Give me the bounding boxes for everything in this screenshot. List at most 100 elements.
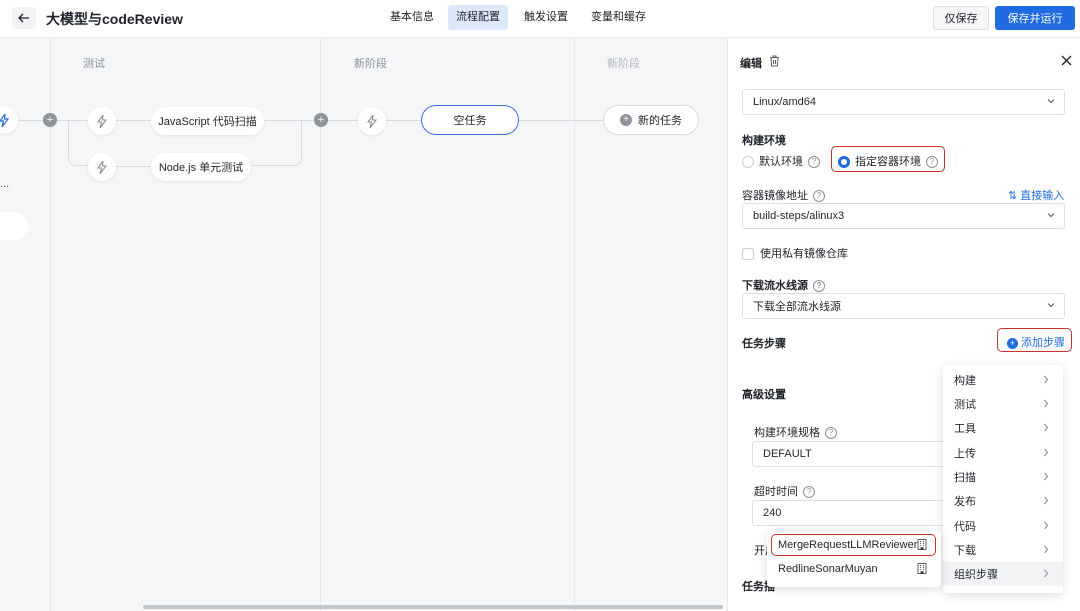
building-icon	[917, 563, 927, 574]
radio-custom-env[interactable]: 指定容器环境?	[838, 153, 938, 169]
build-env-label: 构建环境	[742, 135, 786, 147]
image-address-label: 容器镜像地址?	[742, 187, 825, 203]
radio-icon	[742, 156, 754, 169]
radio-custom-label: 指定容器环境	[855, 156, 921, 168]
trash-icon[interactable]	[769, 55, 780, 67]
add-step-button[interactable]: + 添加步骤	[1007, 334, 1065, 350]
add-step-menu: 构建 测试 工具 上传 扫描 发布 代码 下载 组织步骤	[943, 365, 1063, 593]
chevron-right-icon	[1044, 472, 1049, 481]
tab-flow-config[interactable]: 流程配置	[448, 5, 508, 30]
submenu-item-llm-reviewer[interactable]: MergeRequestLLMReviewer	[778, 539, 917, 551]
radio-default-env[interactable]: 默认环境?	[742, 153, 820, 169]
download-source-select[interactable]: 下载全部流水线源	[742, 293, 1065, 319]
chevron-right-icon	[1044, 521, 1049, 530]
advanced-settings-label: 高级设置	[742, 389, 786, 401]
direct-input-toggle[interactable]: ⇅ 直接输入	[1008, 187, 1064, 203]
tab-basic-info[interactable]: 基本信息	[382, 5, 442, 30]
stage-divider	[574, 38, 575, 611]
task-javascript-scan[interactable]: JavaScript 代码扫描	[151, 107, 264, 135]
private-registry-label: 使用私有镜像仓库	[760, 248, 848, 260]
back-button[interactable]	[12, 7, 36, 29]
connector-line	[519, 120, 603, 121]
connector-line	[115, 120, 151, 121]
add-stage-button[interactable]: +	[43, 113, 57, 127]
env-spec-value: DEFAULT	[763, 448, 812, 460]
lightning-icon	[367, 114, 377, 128]
new-task-button[interactable]: + 新的任务	[603, 105, 699, 135]
submenu-item-redline-sonar[interactable]: RedlineSonarMuyan	[778, 563, 878, 575]
image-select[interactable]: build-steps/alinux3	[742, 203, 1065, 229]
save-only-button[interactable]: 仅保存	[933, 6, 989, 30]
task-nodejs-unit-test[interactable]: Node.js 单元测试	[151, 153, 251, 181]
env-spec-label: 构建环境规格?	[754, 424, 837, 440]
help-icon[interactable]: ?	[813, 190, 825, 203]
image-value: build-steps/alinux3	[753, 210, 845, 222]
help-icon[interactable]: ?	[926, 156, 938, 169]
env-spec-select[interactable]: DEFAULT	[752, 441, 952, 467]
help-icon[interactable]: ?	[803, 486, 815, 499]
os-value: Linux/amd64	[753, 96, 816, 108]
lightning-icon	[0, 113, 9, 127]
new-task-label: 新的任务	[638, 115, 682, 127]
help-icon[interactable]: ?	[813, 280, 825, 293]
menu-item-label: 发布	[954, 496, 976, 508]
close-icon[interactable]	[1061, 55, 1072, 66]
chevron-right-icon	[1044, 448, 1049, 457]
task-steps-label: 任务步骤	[742, 338, 786, 350]
menu-item-label: 扫描	[954, 472, 976, 484]
os-select[interactable]: Linux/amd64	[742, 89, 1065, 115]
add-stage-button[interactable]: +	[314, 113, 328, 127]
checkbox-icon	[742, 248, 754, 261]
panel-title: 编辑	[740, 58, 762, 70]
chevron-down-icon	[1047, 99, 1055, 104]
chevron-right-icon	[1044, 569, 1049, 578]
menu-item-label: 测试	[954, 399, 976, 411]
save-and-run-button[interactable]: 保存并运行	[995, 6, 1075, 30]
chevron-right-icon	[1044, 545, 1049, 554]
menu-item-scan[interactable]: 扫描	[943, 465, 1063, 489]
task-pill-partial[interactable]	[0, 212, 28, 240]
tab-trigger-settings[interactable]: 触发设置	[516, 5, 576, 30]
menu-item-label: 构建	[954, 375, 976, 387]
menu-item-org-steps[interactable]: 组织步骤	[943, 562, 1063, 586]
task-empty[interactable]: 空任务	[421, 105, 519, 135]
menu-item-release[interactable]: 发布	[943, 489, 1063, 513]
truncated-text: ...	[0, 178, 10, 190]
chevron-down-icon	[1047, 303, 1055, 308]
menu-item-download[interactable]: 下载	[943, 538, 1063, 562]
connector-line	[115, 166, 151, 167]
download-source-value: 下载全部流水线源	[753, 301, 841, 313]
menu-item-label: 组织步骤	[954, 569, 998, 581]
menu-item-upload[interactable]: 上传	[943, 441, 1063, 465]
stage-label-new-2[interactable]: 新阶段	[607, 55, 640, 71]
menu-item-tools[interactable]: 工具	[943, 416, 1063, 440]
stage-label-new-1[interactable]: 新阶段	[354, 55, 387, 71]
plus-circle-icon: +	[1007, 338, 1018, 349]
direct-input-label: 直接输入	[1020, 190, 1065, 202]
bolt-node-partial[interactable]	[0, 106, 18, 134]
help-icon[interactable]: ?	[808, 156, 820, 169]
tab-variables-cache[interactable]: 变量和缓存	[583, 5, 654, 30]
lightning-icon	[97, 160, 107, 174]
menu-item-code[interactable]: 代码	[943, 514, 1063, 538]
stage-label-test[interactable]: 测试	[83, 55, 105, 71]
radio-checked-icon	[838, 156, 850, 169]
org-steps-submenu: MergeRequestLLMReviewer RedlineSonarMuya…	[767, 531, 941, 587]
page-title: 大模型与codeReview	[46, 11, 183, 27]
bolt-node[interactable]	[88, 107, 116, 135]
menu-item-test[interactable]: 测试	[943, 392, 1063, 416]
private-registry-checkbox[interactable]: 使用私有镜像仓库	[742, 245, 848, 261]
pipeline-canvas[interactable]: 测试 新阶段 新阶段 ... + + JavaScript 代码扫描 Node.…	[0, 38, 727, 611]
timeout-value: 240	[763, 507, 782, 519]
menu-item-label: 代码	[954, 521, 976, 533]
help-icon[interactable]: ?	[825, 427, 837, 440]
bolt-node[interactable]	[358, 107, 386, 135]
menu-item-label: 上传	[954, 448, 976, 460]
image-label-text: 容器镜像地址	[742, 190, 808, 202]
swap-icon: ⇅	[1008, 190, 1018, 202]
timeout-input[interactable]: 240	[752, 500, 952, 526]
bolt-node[interactable]	[88, 153, 116, 181]
menu-item-build[interactable]: 构建	[943, 368, 1063, 392]
horizontal-scrollbar[interactable]	[143, 605, 723, 609]
chevron-down-icon	[1047, 213, 1055, 218]
